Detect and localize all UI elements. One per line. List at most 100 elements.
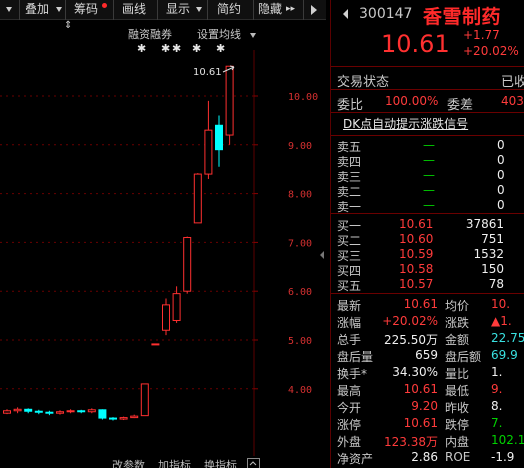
- candle-body: [66, 410, 75, 413]
- stat-value: 225.50万: [384, 333, 438, 347]
- prev-stock-icon[interactable]: [341, 8, 351, 20]
- price-change-percent: +20.02%: [463, 44, 519, 58]
- stat-value: ▲1.: [491, 314, 512, 328]
- add-indicator-tab[interactable]: 加指标: [158, 457, 191, 468]
- ask-volume: 0: [497, 153, 505, 167]
- candle-body: [130, 415, 139, 419]
- stat-value: 22.75: [491, 331, 524, 345]
- stat-value: 8.: [491, 399, 503, 413]
- stat-label: 外盘: [337, 435, 362, 449]
- switch-indicator-tab[interactable]: 换指标: [204, 457, 237, 468]
- trade-status-value: 已收: [501, 75, 524, 90]
- quote-panel: 300147 香雪制药 10.61 +1.77 +20.02% 交易状态 已收 …: [330, 0, 524, 468]
- y-axis-ticks: 10.00 9.00 8.00 7.00 6.00 5.00 4.00: [254, 92, 318, 396]
- stat-label: 内盘: [445, 435, 470, 449]
- divider: [331, 66, 524, 67]
- candle-body: [215, 124, 223, 151]
- candle-body: [162, 304, 170, 331]
- stock-code: 300147: [359, 6, 413, 22]
- draw-line-button[interactable]: 画线: [114, 0, 158, 20]
- y-tick-label: 10.00: [288, 92, 318, 103]
- candle-body: [183, 237, 192, 292]
- stat-label: 跌停: [445, 418, 470, 432]
- overlay-menu-button[interactable]: 叠加: [20, 0, 66, 20]
- stat-label: 涨跌: [445, 316, 470, 330]
- bid-ratio-value: 100.00%: [385, 94, 439, 108]
- divider: [331, 89, 524, 90]
- candle-body: [3, 410, 11, 414]
- expand-panel-icon[interactable]: [247, 458, 261, 468]
- candle-body: [56, 411, 64, 414]
- stat-label: 今开: [337, 401, 362, 415]
- stock-name: 香雪制药: [423, 6, 502, 28]
- bid-level-label: 买五: [337, 279, 362, 293]
- ask-price: —: [423, 138, 435, 152]
- stat-value: 9.20: [411, 399, 438, 413]
- ask-volume: 0: [497, 168, 505, 182]
- ask-volume: 0: [497, 183, 505, 197]
- ask-price: —: [423, 183, 435, 197]
- simple-mode-button[interactable]: 简约: [208, 0, 254, 20]
- candle-body: [109, 417, 117, 420]
- scroll-right-icon: [311, 5, 317, 15]
- bid-price: 10.59: [399, 247, 434, 261]
- stat-label: 最新: [337, 299, 362, 313]
- stat-label: 盘后量: [337, 350, 374, 364]
- ask-price: —: [423, 153, 435, 167]
- stat-value: 102.13: [491, 433, 524, 447]
- edit-params-tab[interactable]: 改参数: [112, 457, 145, 468]
- bid-price: 10.60: [399, 232, 434, 246]
- chevron-down-icon: [56, 7, 62, 12]
- candle-body: [34, 410, 43, 413]
- chart-canvas: 10.00 9.00 8.00 7.00 6.00 5.00 4.00: [0, 50, 318, 456]
- candles: [3, 65, 234, 421]
- candle-body: [13, 408, 22, 412]
- stat-label: 均价: [445, 299, 470, 313]
- bid-diff-value: 403: [501, 94, 524, 108]
- bid-volume: 751: [481, 232, 504, 246]
- chart-toolbar: 叠加 筹码 画线 显示 简约 隐藏 ▸▸: [0, 0, 326, 20]
- toolbar-right-scroll-button[interactable]: [304, 0, 326, 20]
- stat-label: ROE: [445, 450, 471, 464]
- bid-price: 10.58: [399, 262, 434, 276]
- stat-value: 34.30%: [392, 365, 438, 379]
- stat-value: 659: [415, 348, 438, 362]
- bid-volume: 150: [481, 262, 504, 276]
- divider: [331, 112, 524, 113]
- stat-value: +20.02%: [382, 314, 438, 328]
- stat-label: 涨幅: [337, 316, 362, 330]
- divider: [331, 213, 524, 214]
- simple-mode-label: 简约: [217, 2, 242, 16]
- notification-dot-icon: [102, 3, 107, 8]
- last-price: 10.61: [381, 30, 450, 58]
- candlestick-chart[interactable]: ⇕ 融资融券 设置均线 ✱ ✱ ✱ ✱ ✱ 10.00 9.00 8.00 7.00 6…: [0, 20, 326, 468]
- toolbar-left-scroll-button[interactable]: [0, 0, 20, 20]
- stat-value: 69.9: [491, 348, 518, 362]
- y-tick-label: 4.00: [288, 385, 312, 396]
- candle-body: [87, 409, 96, 413]
- hide-button[interactable]: 隐藏 ▸▸: [254, 0, 304, 20]
- dk-signal-link[interactable]: DK点自动提示涨跌信号: [343, 115, 468, 132]
- ask-price: —: [423, 198, 435, 212]
- price-change: +1.77: [463, 28, 500, 42]
- stat-value: 7.: [491, 416, 503, 430]
- collapse-panel-icon[interactable]: [318, 250, 328, 260]
- ask-volume: 0: [497, 198, 505, 212]
- y-tick-label: 9.00: [288, 141, 312, 152]
- stat-value: 123.38万: [384, 435, 438, 449]
- bid-volume: 78: [488, 277, 504, 291]
- y-tick-label: 8.00: [288, 190, 312, 201]
- stat-value: 2.86: [411, 450, 438, 464]
- bid-ratio-label: 委比: [337, 98, 364, 113]
- candle-body: [172, 293, 181, 321]
- candle-body: [45, 411, 54, 414]
- y-tick-label: 5.00: [288, 336, 312, 347]
- candle-body: [193, 173, 202, 224]
- y-tick-label: 7.00: [288, 238, 312, 249]
- candle-body: [77, 410, 86, 413]
- bid-volume: 37861: [465, 217, 504, 231]
- stat-label: 最高: [337, 384, 362, 398]
- display-menu-button[interactable]: 显示: [158, 0, 208, 20]
- chips-button[interactable]: 筹码: [66, 0, 114, 20]
- bid-diff-label: 委差: [447, 98, 474, 113]
